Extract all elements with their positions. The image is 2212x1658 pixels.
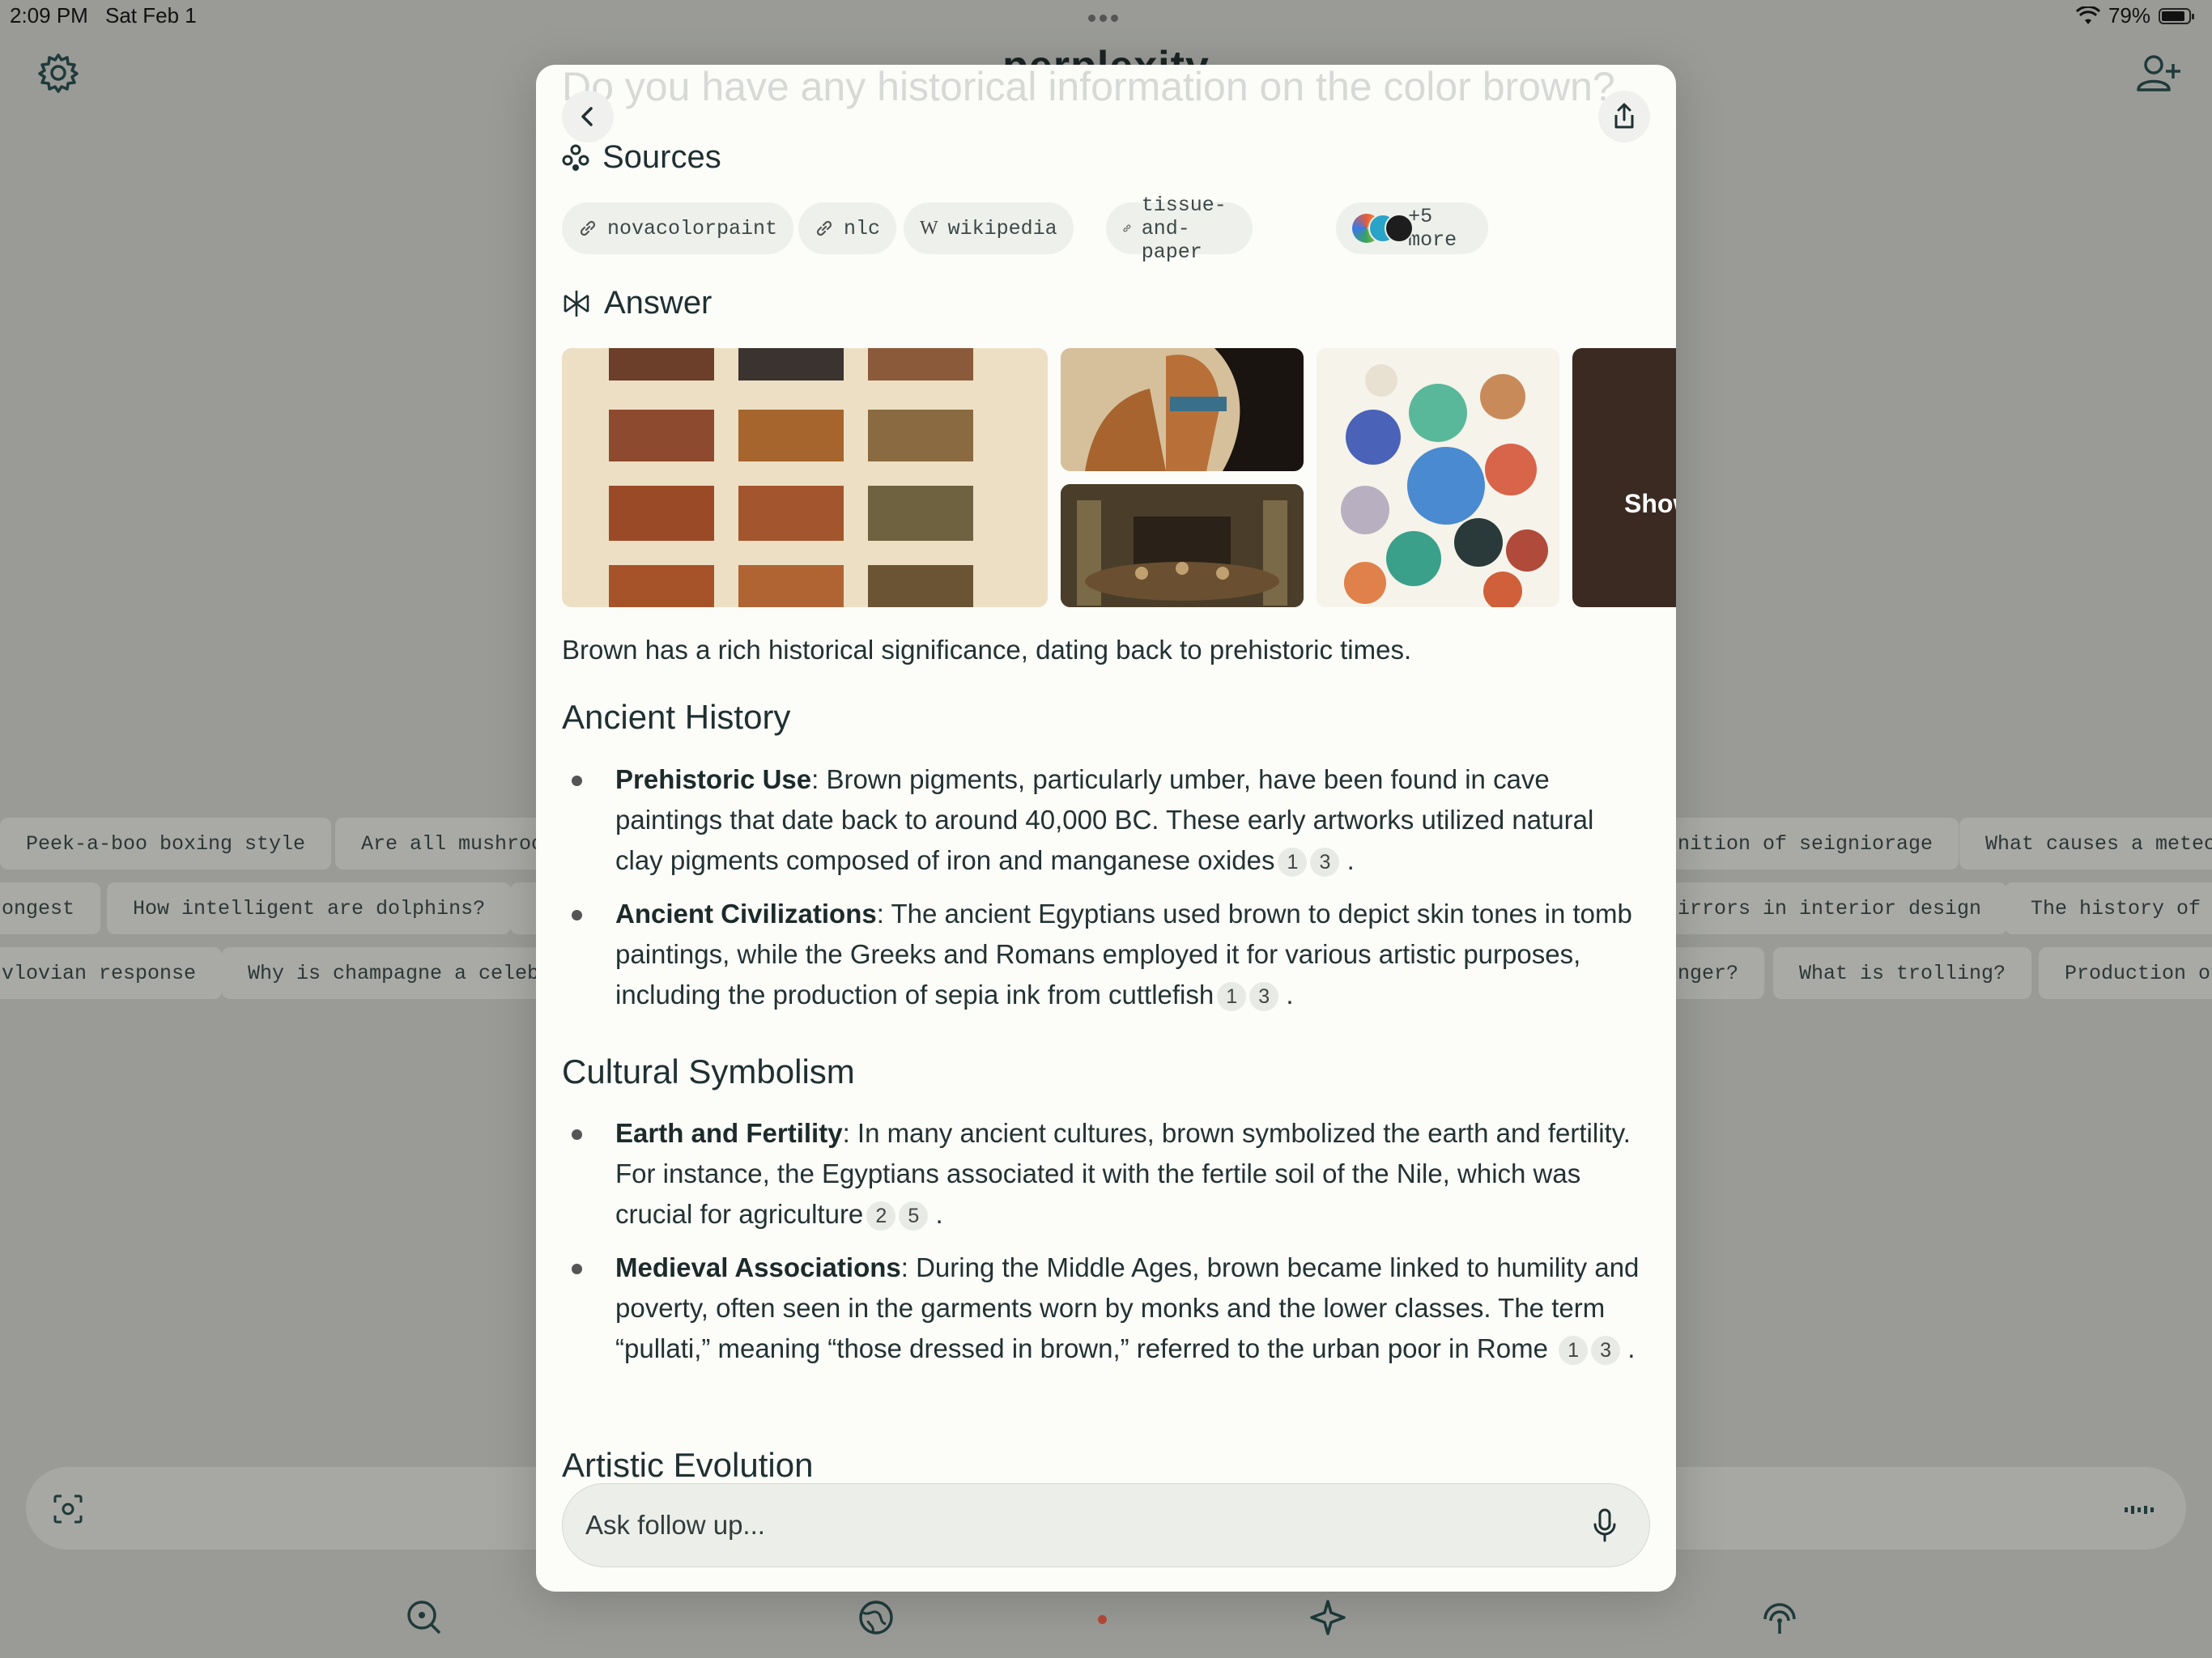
bullet-dot (572, 1129, 582, 1140)
list-item: Medieval Associations: During the Middle… (562, 1248, 1647, 1369)
answer-title: Answer (604, 285, 713, 321)
video-thumbnail-image[interactable]: Show (1572, 348, 1676, 607)
answer-icon (564, 290, 589, 317)
follow-up-input[interactable]: Ask follow up... (562, 1483, 1650, 1567)
brown-swatches-image[interactable] (562, 348, 1048, 607)
section-heading: Ancient History (562, 698, 791, 736)
status-bar: 2:09 PM Sat Feb 1 79% (0, 0, 2212, 32)
answer-header: Answer (562, 285, 712, 321)
citation-badge[interactable]: 1 (1278, 848, 1308, 878)
more-sources-chip[interactable]: +5 more (1336, 202, 1489, 254)
link-icon (1123, 224, 1131, 232)
egyptian-painting-image[interactable] (1061, 348, 1304, 471)
trending-chip[interactable]: irrors in interior design (1652, 882, 2008, 934)
bullet-dot (572, 910, 582, 920)
link-icon (580, 220, 596, 236)
answer-sheet: Do you have any historical information o… (536, 65, 1676, 1592)
source-label: nlc (844, 216, 881, 240)
back-chevron-icon[interactable] (562, 91, 614, 142)
more-sources-label: +5 more (1408, 205, 1457, 252)
source-chip[interactable]: novacolorpaint (562, 202, 794, 254)
link-icon (816, 220, 832, 236)
video-thumbnail-label: Show (1624, 489, 1676, 518)
trending-chip[interactable]: The history of S (2005, 882, 2212, 934)
bullet-term: Medieval Associations (615, 1252, 901, 1282)
trending-chip[interactable]: ongest (0, 882, 101, 934)
list-item: Prehistoric Use: Brown pigments, particu… (562, 759, 1647, 881)
wikipedia-icon: W (920, 217, 938, 239)
citation-badge[interactable]: 5 (899, 1201, 929, 1231)
bullet-term: Ancient Civilizations (615, 899, 877, 929)
wifi-icon (2075, 6, 2100, 24)
trending-chip[interactable]: How intelligent are dolphins? (107, 882, 512, 934)
section-heading: Cultural Symbolism (562, 1052, 855, 1090)
source-chip[interactable]: tissue-and-paper (1106, 193, 1253, 264)
source-chip[interactable]: W wikipedia (904, 202, 1074, 254)
tab-indicator-dot (1098, 1615, 1107, 1624)
color-history-chart-image[interactable] (1317, 348, 1559, 607)
scan-icon[interactable] (50, 1491, 86, 1527)
trending-chip[interactable]: nition of seigniorage (1652, 818, 1959, 869)
question-title: Do you have any historical information o… (562, 65, 1615, 109)
voice-wave-icon[interactable] (2121, 1494, 2157, 1524)
status-date: Sat Feb 1 (105, 3, 197, 28)
tab-discover-globe-icon[interactable] (853, 1595, 899, 1640)
citation-badge[interactable]: 1 (1217, 982, 1247, 1012)
add-user-icon[interactable] (2134, 50, 2183, 96)
battery-icon (2159, 7, 2194, 24)
settings-gear-icon[interactable] (36, 50, 81, 96)
citation-badge[interactable]: 3 (1310, 848, 1340, 878)
trending-chip[interactable]: What causes a meteo (1959, 818, 2212, 869)
source-label: tissue-and-paper (1141, 193, 1227, 264)
tab-library-icon[interactable] (1757, 1595, 1802, 1640)
source-chip[interactable]: nlc (798, 202, 897, 254)
bullet-term: Earth and Fertility (615, 1118, 843, 1148)
temple-scene-image[interactable] (1061, 484, 1304, 607)
sources-header: Sources (562, 139, 721, 176)
citation-badge[interactable]: 2 (866, 1201, 896, 1231)
microphone-icon[interactable] (1593, 1508, 1617, 1546)
citation-badge[interactable]: 3 (1249, 982, 1279, 1012)
answer-intro: Brown has a rich historical significance… (562, 635, 1412, 665)
list-item: Ancient Civilizations: The ancient Egypt… (562, 894, 1647, 1015)
multitasking-dots-icon[interactable] (1088, 11, 1122, 26)
source-label: wikipedia (947, 216, 1057, 240)
trending-chip[interactable]: Production of (2039, 947, 2212, 999)
bullet-term: Prehistoric Use (615, 764, 812, 794)
list-item: Earth and Fertility: In many ancient cul… (562, 1113, 1647, 1235)
citation-badge[interactable]: 1 (1559, 1336, 1589, 1366)
trending-chip[interactable]: Are all mushroo (335, 818, 570, 869)
citation-badge[interactable]: 3 (1591, 1336, 1621, 1366)
sources-title: Sources (602, 139, 721, 175)
tab-search-icon[interactable] (402, 1595, 447, 1640)
source-favicons (1352, 212, 1414, 244)
trending-chip[interactable]: vlovian response (0, 947, 223, 999)
status-time: 2:09 PM (10, 3, 88, 28)
battery-percent: 79% (2108, 3, 2150, 28)
tab-spaces-icon[interactable] (1305, 1595, 1351, 1640)
follow-up-placeholder: Ask follow up... (585, 1510, 765, 1540)
bullet-dot (572, 1264, 582, 1274)
trending-chip[interactable]: What is trolling? (1773, 947, 2032, 999)
trending-chip[interactable]: Why is champagne a celebr (222, 947, 578, 999)
sources-icon (562, 144, 589, 171)
bullet-dot (572, 776, 582, 786)
share-icon[interactable] (1598, 91, 1650, 142)
section-heading: Artistic Evolution (562, 1446, 814, 1484)
source-label: novacolorpaint (607, 216, 778, 240)
trending-chip[interactable]: Peek-a-boo boxing style (0, 818, 332, 869)
